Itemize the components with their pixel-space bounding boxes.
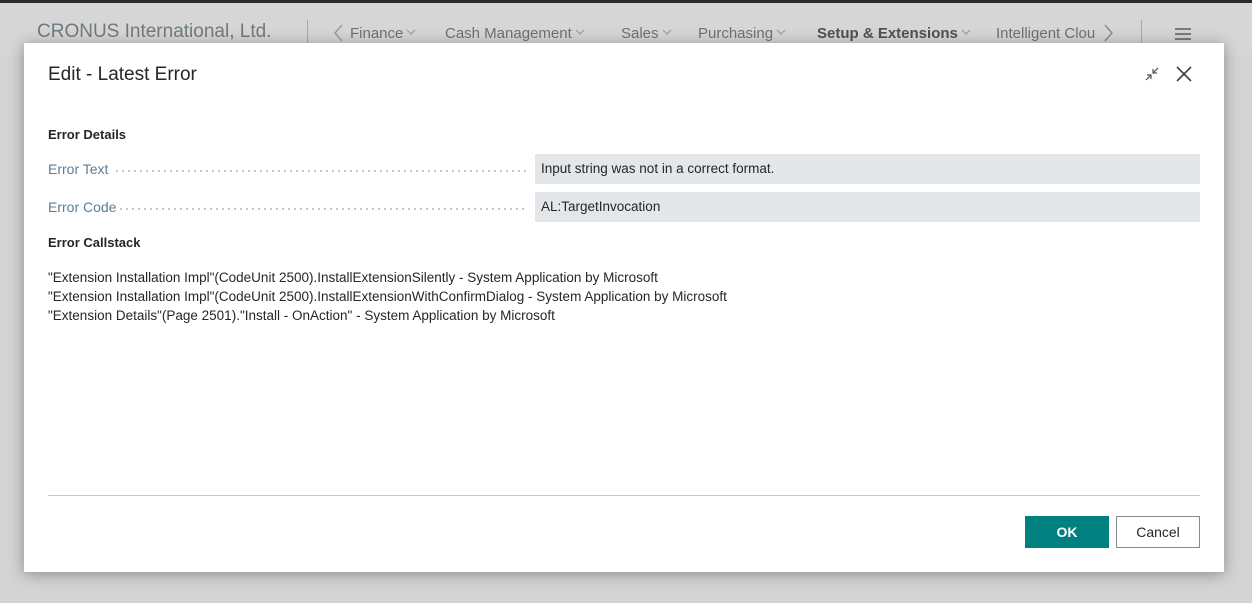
- leader-dots: [118, 208, 526, 210]
- chevron-down-icon: [406, 29, 416, 35]
- chevron-down-icon: [662, 29, 671, 35]
- nav-item-label: Intelligent Clou: [996, 25, 1096, 42]
- field-label: Error Code: [48, 192, 526, 222]
- group-error-details[interactable]: Error Details: [48, 127, 126, 142]
- field-error-code: Error Code AL:TargetInvocation: [48, 192, 1200, 222]
- field-label-text: Error Text: [48, 161, 109, 177]
- nav-item-label: Purchasing: [698, 25, 774, 42]
- leader-dots: [114, 170, 526, 172]
- chevron-down-icon: [776, 29, 786, 35]
- nav-item-label: Cash Management: [445, 25, 572, 42]
- field-label: Error Text: [48, 154, 526, 184]
- chevron-left-icon[interactable]: [332, 23, 346, 43]
- ok-button[interactable]: OK: [1025, 516, 1109, 548]
- nav-item-setup-extensions[interactable]: Setup & Extensions: [817, 25, 971, 42]
- callstack-line: "Extension Installation Impl"(CodeUnit 2…: [48, 270, 658, 285]
- chevron-right-icon[interactable]: [1101, 23, 1115, 43]
- nav-item-intelligent-cloud[interactable]: Intelligent Clou: [996, 25, 1100, 42]
- menu-icon[interactable]: [1175, 28, 1191, 40]
- callstack-text[interactable]: "Extension Installation Impl"(CodeUnit 2…: [48, 268, 727, 325]
- nav-item-finance[interactable]: Finance: [350, 25, 416, 42]
- error-text-value[interactable]: Input string was not in a correct format…: [535, 154, 1200, 184]
- company-name[interactable]: CRONUS International, Ltd.: [37, 21, 271, 43]
- nav-item-label: Finance: [350, 25, 404, 42]
- error-code-value[interactable]: AL:TargetInvocation: [535, 192, 1200, 222]
- nav-item-cash-management[interactable]: Cash Management: [445, 25, 585, 42]
- cancel-button[interactable]: Cancel: [1116, 516, 1200, 548]
- edit-latest-error-dialog: Edit - Latest Error Error Details Error …: [24, 43, 1224, 572]
- collapse-icon[interactable]: [1143, 65, 1161, 83]
- chevron-down-icon: [575, 29, 585, 35]
- nav-item-sales[interactable]: Sales: [621, 25, 672, 42]
- callstack-line: "Extension Installation Impl"(CodeUnit 2…: [48, 289, 727, 304]
- nav-item-label: Sales: [621, 25, 659, 42]
- field-error-text: Error Text Input string was not in a cor…: [48, 154, 1200, 184]
- nav-item-purchasing[interactable]: Purchasing: [698, 25, 786, 42]
- dialog-title: Edit - Latest Error: [48, 64, 197, 85]
- callstack-line: "Extension Details"(Page 2501)."Install …: [48, 308, 555, 323]
- nav-item-label: Setup & Extensions: [817, 25, 958, 42]
- chevron-down-icon: [961, 29, 971, 35]
- close-icon[interactable]: [1174, 64, 1194, 84]
- divider: [48, 495, 1200, 496]
- group-error-callstack[interactable]: Error Callstack: [48, 235, 141, 250]
- field-label-text: Error Code: [48, 199, 117, 215]
